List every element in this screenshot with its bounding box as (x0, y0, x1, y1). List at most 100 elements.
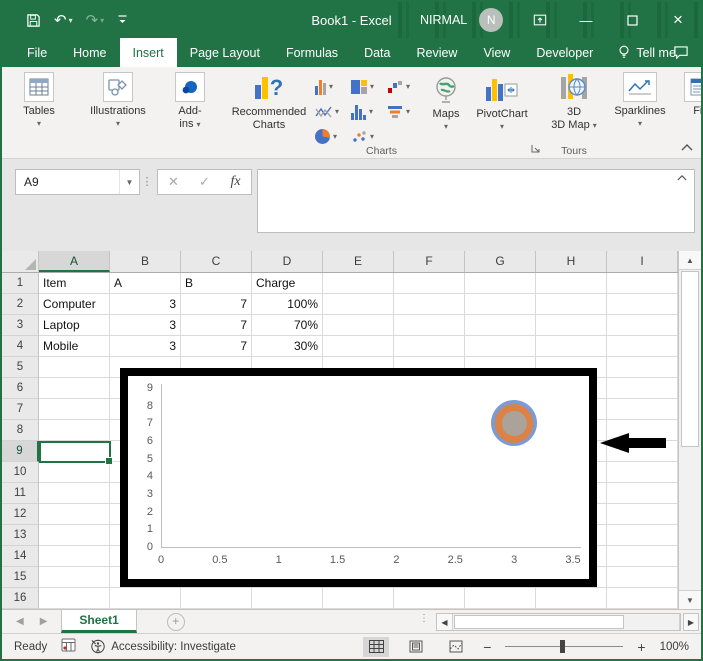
column-header-G[interactable]: G (465, 251, 536, 272)
redo-dropdown-icon[interactable]: ▾ (100, 16, 104, 25)
tab-developer[interactable]: Developer (523, 38, 606, 67)
cell-C1[interactable]: B (181, 273, 252, 294)
cell-I7[interactable] (607, 399, 678, 420)
row-header-16[interactable]: 16 (2, 588, 39, 609)
row-header-11[interactable]: 11 (2, 483, 39, 504)
row-header-4[interactable]: 4 (2, 336, 39, 357)
row-header-8[interactable]: 8 (2, 420, 39, 441)
cell-I1[interactable] (607, 273, 678, 294)
name-box[interactable]: A9 ▼ (15, 169, 140, 195)
cell-I16[interactable] (607, 588, 678, 609)
row-header-14[interactable]: 14 (2, 546, 39, 567)
cell-A1[interactable]: Item (39, 273, 110, 294)
cell-I14[interactable] (607, 546, 678, 567)
undo-dropdown-icon[interactable]: ▾ (69, 16, 73, 25)
cell-A3[interactable]: Laptop (39, 315, 110, 336)
enter-button[interactable]: ✓ (189, 174, 220, 190)
insert-funnel-chart-button[interactable]: ▾ (387, 99, 423, 124)
cell-B4[interactable]: 3 (110, 336, 181, 357)
cell-B16[interactable] (110, 588, 181, 609)
row-header-12[interactable]: 12 (2, 504, 39, 525)
scroll-up-button[interactable]: ▲ (679, 251, 701, 270)
cell-D3[interactable]: 70% (252, 315, 323, 336)
prev-sheet-button[interactable]: ◀ (16, 616, 24, 627)
cell-I5[interactable] (607, 357, 678, 378)
sheet-tab-sheet1[interactable]: Sheet1 (61, 610, 136, 633)
sparklines-button[interactable]: Sparklines ▾ (608, 72, 672, 128)
tab-review[interactable]: Review (403, 38, 470, 67)
vertical-scroll-track[interactable] (679, 270, 701, 590)
cell-I6[interactable] (607, 378, 678, 399)
tab-insert[interactable]: Insert (120, 38, 177, 67)
cell-A6[interactable] (39, 378, 110, 399)
cell-E2[interactable] (323, 294, 394, 315)
scroll-right-button[interactable]: ▶ (683, 613, 699, 631)
cell-G4[interactable] (465, 336, 536, 357)
cell-A4[interactable]: Mobile (39, 336, 110, 357)
save-button[interactable] (26, 13, 41, 28)
cell-B1[interactable]: A (110, 273, 181, 294)
cell-F2[interactable] (394, 294, 465, 315)
cell-A15[interactable] (39, 567, 110, 588)
cell-A11[interactable] (39, 483, 110, 504)
new-sheet-button[interactable]: + (167, 613, 185, 631)
cell-I15[interactable] (607, 567, 678, 588)
cell-E3[interactable] (323, 315, 394, 336)
insert-line-chart-button[interactable]: ▾ (315, 99, 351, 124)
cell-A5[interactable] (39, 357, 110, 378)
formula-input[interactable] (257, 169, 695, 233)
tab-formulas[interactable]: Formulas (273, 38, 351, 67)
map3d-button[interactable]: 3D3D Map ▾ (550, 72, 598, 131)
vertical-scrollbar[interactable]: ▲ ▼ (678, 251, 701, 609)
addins-button[interactable]: Add-ins ▾ (167, 72, 213, 130)
tab-view[interactable]: View (470, 38, 523, 67)
cell-D1[interactable]: Charge (252, 273, 323, 294)
select-all-button[interactable] (2, 251, 39, 272)
minimize-button[interactable]: — (563, 2, 609, 38)
cell-A12[interactable] (39, 504, 110, 525)
cell-E1[interactable] (323, 273, 394, 294)
row-header-10[interactable]: 10 (2, 462, 39, 483)
cell-B2[interactable]: 3 (110, 294, 181, 315)
row-header-1[interactable]: 1 (2, 273, 39, 294)
cell-F3[interactable] (394, 315, 465, 336)
tab-home[interactable]: Home (60, 38, 119, 67)
cell-H16[interactable] (536, 588, 607, 609)
redo-button[interactable]: ↷▾ (86, 11, 105, 29)
cell-F16[interactable] (394, 588, 465, 609)
cell-G16[interactable] (465, 588, 536, 609)
column-header-H[interactable]: H (536, 251, 607, 272)
user-account[interactable]: NIRMAL N (420, 8, 503, 32)
tab-file[interactable]: File (14, 38, 60, 67)
slicer-button[interactable]: Fil (682, 72, 703, 118)
cell-A10[interactable] (39, 462, 110, 483)
row-header-13[interactable]: 13 (2, 525, 39, 546)
cell-A16[interactable] (39, 588, 110, 609)
cell-I12[interactable] (607, 504, 678, 525)
cell-A14[interactable] (39, 546, 110, 567)
cell-I10[interactable] (607, 462, 678, 483)
avatar[interactable]: N (479, 8, 503, 32)
recommended-charts-button[interactable]: ? Recommended Charts (223, 72, 315, 131)
cell-C3[interactable]: 7 (181, 315, 252, 336)
cell-A13[interactable] (39, 525, 110, 546)
cell-H1[interactable] (536, 273, 607, 294)
cell-E4[interactable] (323, 336, 394, 357)
column-header-C[interactable]: C (181, 251, 252, 272)
cell-I4[interactable] (607, 336, 678, 357)
page-break-preview-button[interactable] (443, 637, 469, 657)
scroll-down-button[interactable]: ▼ (679, 590, 701, 609)
cell-I3[interactable] (607, 315, 678, 336)
horizontal-scrollbar[interactable]: ◀ (436, 613, 681, 631)
cell-C2[interactable]: 7 (181, 294, 252, 315)
row-header-6[interactable]: 6 (2, 378, 39, 399)
scroll-left-button[interactable]: ◀ (437, 614, 452, 630)
row-header-5[interactable]: 5 (2, 357, 39, 378)
cell-C4[interactable]: 7 (181, 336, 252, 357)
cell-G2[interactable] (465, 294, 536, 315)
zoom-slider[interactable] (505, 646, 623, 647)
accessibility-status[interactable]: Accessibility: Investigate (90, 639, 236, 654)
column-header-I[interactable]: I (607, 251, 678, 272)
page-layout-view-button[interactable] (403, 637, 429, 657)
row-header-7[interactable]: 7 (2, 399, 39, 420)
